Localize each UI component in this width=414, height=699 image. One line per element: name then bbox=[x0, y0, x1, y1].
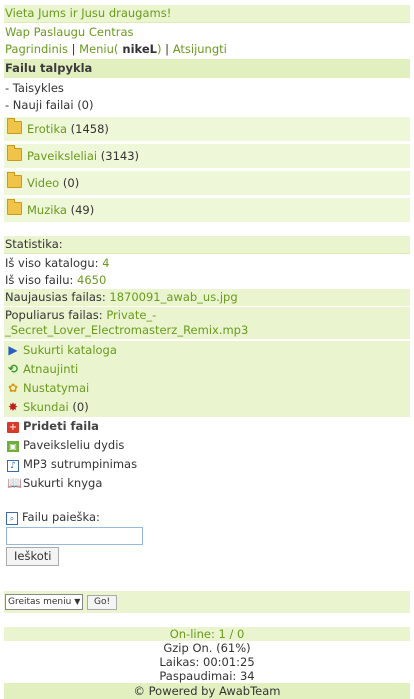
image-size-link[interactable]: Paveiksleliu dydis bbox=[23, 438, 124, 452]
category-count: (3143) bbox=[100, 149, 140, 163]
stats-label: Iš viso failu: bbox=[5, 273, 74, 287]
rules-row: - Taisykles bbox=[4, 80, 410, 97]
stats-value: 4 bbox=[102, 256, 110, 270]
online-text[interactable]: On-line: 1 / 0 bbox=[170, 627, 245, 641]
stats-label: Naujausias failas: bbox=[5, 290, 106, 304]
footer: On-line: 1 / 0 Gzip On. (61%) Laikas: 00… bbox=[4, 627, 410, 699]
clicks-status: Paspaudimai: 34 bbox=[159, 669, 255, 683]
make-book-link[interactable]: Sukurti knyga bbox=[23, 476, 102, 490]
mp3-cut-link[interactable]: MP3 sutrumpinimas bbox=[23, 457, 137, 471]
site-slogan-bar: Vieta Jums ir Jusu draugams! bbox=[4, 5, 410, 23]
powered-by-text: © Powered by AwabTeam bbox=[133, 684, 281, 698]
category-name[interactable]: Paveiksleliai bbox=[27, 149, 97, 163]
search-label-row: ⌕ Failu paieška: bbox=[6, 509, 408, 525]
stats-catalogs: Iš viso katalogu: 4 bbox=[4, 255, 410, 272]
image-icon: ▣ bbox=[7, 441, 19, 452]
nav-logout-link[interactable]: Atsijungti bbox=[173, 42, 227, 56]
stats-label: Populiarus failas: bbox=[5, 308, 103, 322]
site-slogan: Vieta Jums ir Jusu draugams! bbox=[5, 6, 172, 20]
folder-icon bbox=[7, 172, 22, 188]
stats-label: Iš viso katalogu: bbox=[5, 256, 99, 270]
stats-popular: Populiarus failas: Private_- _Secret_Lov… bbox=[4, 307, 410, 339]
search-label: Failu paieška: bbox=[22, 510, 100, 524]
mp3-cut-item[interactable]: ♪ MP3 sutrumpinimas bbox=[4, 455, 410, 474]
stats-files: Iš viso failu: 4650 bbox=[4, 272, 410, 289]
category-name[interactable]: Muzika bbox=[27, 203, 67, 217]
book-icon: 📖 bbox=[7, 476, 22, 490]
stats-title: Statistika: bbox=[5, 237, 63, 251]
bug-icon: ✸ bbox=[7, 400, 19, 414]
folder-icon bbox=[7, 118, 22, 134]
category-count: (0) bbox=[62, 176, 80, 190]
popular-file-link[interactable]: _Secret_Lover_Electromasterz_Remix.mp3 bbox=[5, 323, 248, 337]
page: Vieta Jums ir Jusu draugams! Wap Paslaug… bbox=[4, 0, 410, 699]
site-name: Wap Paslaugu Centras bbox=[5, 25, 134, 39]
search-form: ⌕ Failu paieška: Ieškoti bbox=[4, 509, 410, 566]
nav-separator: | bbox=[67, 42, 80, 56]
nav-separator: | bbox=[161, 42, 173, 56]
plus-icon: + bbox=[7, 422, 19, 433]
nav-menu-link[interactable]: Meniu( bbox=[79, 42, 118, 56]
create-catalog-link[interactable]: Sukurti kataloga bbox=[23, 343, 117, 357]
category-name[interactable]: Erotika bbox=[27, 122, 67, 136]
search-button[interactable]: Ieškoti bbox=[6, 547, 60, 566]
rules-link[interactable]: - Taisykles bbox=[5, 81, 64, 95]
folder-icon bbox=[7, 199, 22, 215]
settings-link[interactable]: Nustatymai bbox=[23, 381, 89, 395]
powered-by-bar: © Powered by AwabTeam bbox=[4, 683, 410, 699]
quick-menu-select[interactable]: Greitas meniu ▼ bbox=[5, 594, 84, 610]
site-name-row: Wap Paslaugu Centras bbox=[4, 24, 410, 41]
image-size-item[interactable]: ▣ Paveiksleliu dydis bbox=[4, 436, 410, 455]
complaints-link[interactable]: Skundai bbox=[23, 400, 69, 414]
chevron-down-icon: ▼ bbox=[74, 597, 81, 606]
complaints-count: (0) bbox=[72, 400, 89, 414]
online-count: On-line: 1 / 0 bbox=[4, 627, 410, 641]
complaints-item[interactable]: ✸ Skundai (0) bbox=[4, 398, 410, 417]
search-icon: ⌕ bbox=[6, 512, 18, 525]
category-erotika[interactable]: Erotika (1458) bbox=[4, 117, 410, 141]
settings-item[interactable]: ✿ Nustatymai bbox=[4, 379, 410, 398]
create-catalog-item[interactable]: ▶ Sukurti kataloga bbox=[4, 341, 410, 360]
refresh-link[interactable]: Atnaujinti bbox=[23, 362, 78, 376]
stats-newest: Naujausias failas: 1870091_awab_us.jpg bbox=[4, 289, 410, 306]
nav-username: nikeL bbox=[118, 42, 158, 56]
popular-file-link[interactable]: Private_- bbox=[106, 308, 156, 322]
category-count: (49) bbox=[70, 203, 95, 217]
top-nav: Pagrindinis | Meniu( nikeL) | Atsijungti bbox=[4, 41, 410, 58]
add-file-item[interactable]: + Prideti faila bbox=[4, 417, 410, 436]
category-muzika[interactable]: Muzika (49) bbox=[4, 198, 410, 222]
quick-menu-bar: Greitas meniu ▼ Go! bbox=[4, 591, 410, 613]
new-files-link[interactable]: - Nauji failai bbox=[5, 98, 74, 112]
search-input-row bbox=[6, 527, 408, 545]
section-title: Failu talpykla bbox=[5, 61, 93, 75]
category-video[interactable]: Video (0) bbox=[4, 171, 410, 195]
category-paveiksleliai[interactable]: Paveiksleliai (3143) bbox=[4, 144, 410, 168]
gzip-status: Gzip On. (61%) bbox=[163, 641, 251, 655]
refresh-item[interactable]: ⟲ Atnaujinti bbox=[4, 360, 410, 379]
search-input[interactable] bbox=[6, 527, 143, 545]
make-book-item[interactable]: 📖Sukurti knyga bbox=[4, 474, 410, 493]
go-button[interactable]: Go! bbox=[87, 594, 118, 610]
folder-icon bbox=[7, 145, 22, 161]
gear-icon: ✿ bbox=[7, 381, 19, 395]
new-files-count: (0) bbox=[77, 98, 94, 112]
add-file-link[interactable]: Prideti faila bbox=[23, 419, 99, 433]
section-title-bar: Failu talpykla bbox=[4, 59, 410, 78]
newest-file-link[interactable]: 1870091_awab_us.jpg bbox=[109, 290, 237, 304]
stats-title-bar: Statistika: bbox=[4, 236, 410, 254]
stats-value: 4650 bbox=[77, 273, 107, 287]
play-arrow-icon: ▶ bbox=[8, 343, 18, 357]
refresh-icon: ⟲ bbox=[7, 362, 19, 376]
search-button-row: Ieškoti bbox=[6, 547, 408, 566]
category-count: (1458) bbox=[70, 122, 109, 136]
new-files-row: - Nauji failai (0) bbox=[4, 97, 410, 114]
category-name[interactable]: Video bbox=[27, 176, 59, 190]
time-status: Laikas: 00:01:25 bbox=[159, 655, 255, 669]
music-note-icon: ♪ bbox=[7, 460, 19, 472]
quick-menu-selected: Greitas meniu bbox=[8, 597, 72, 607]
nav-home-link[interactable]: Pagrindinis bbox=[5, 42, 68, 56]
